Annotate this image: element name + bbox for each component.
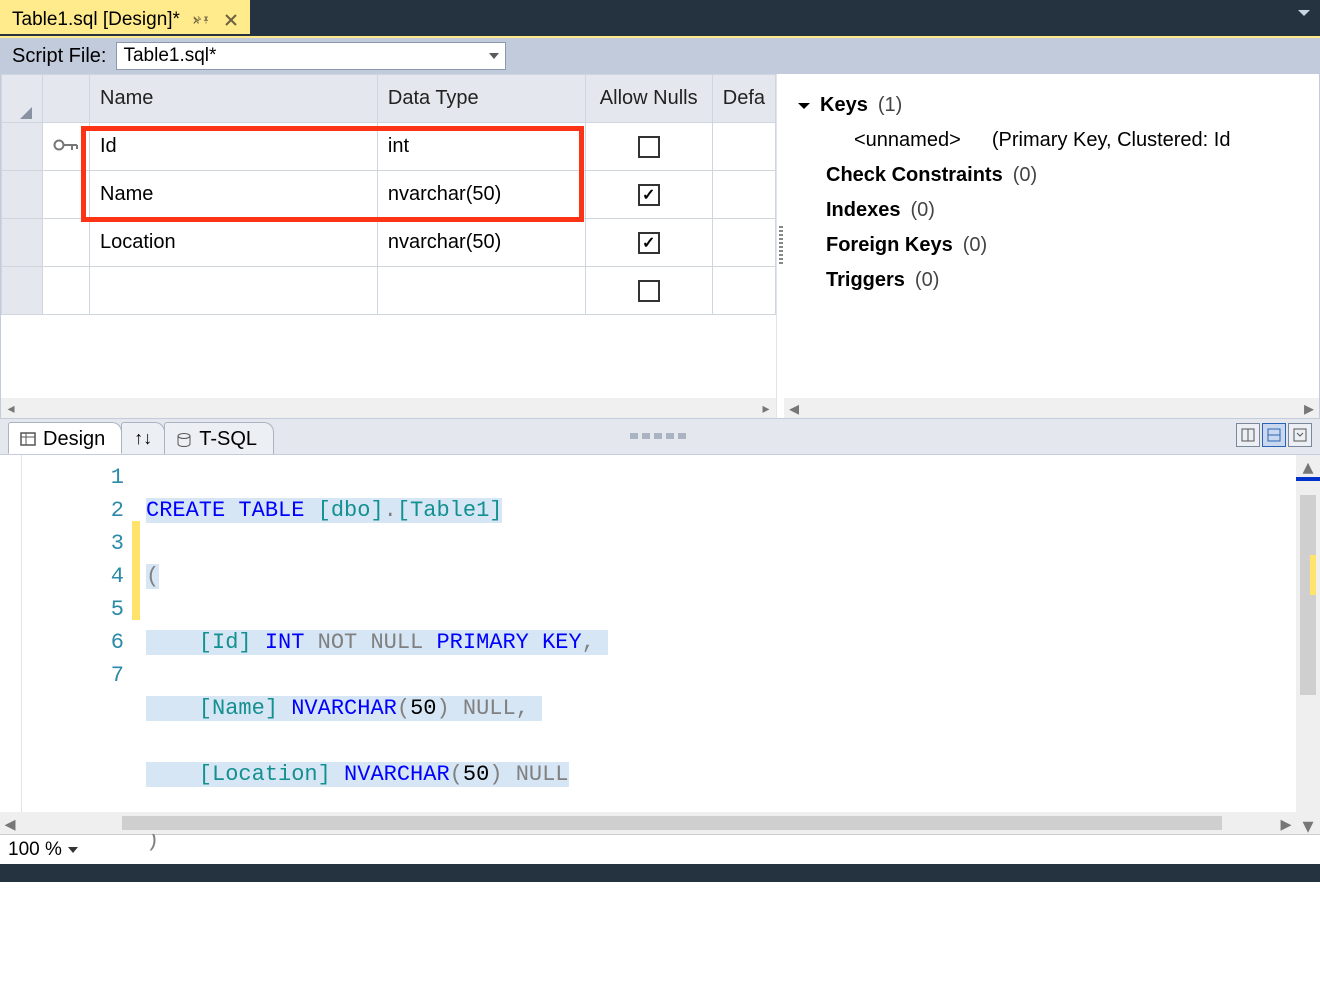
tab-design-label: Design — [43, 428, 105, 451]
checkbox[interactable] — [638, 232, 660, 254]
cell-nulls[interactable] — [585, 219, 712, 267]
cell-nulls[interactable] — [585, 171, 712, 219]
pin-icon[interactable] — [192, 11, 210, 29]
designer-toolbar: Script File: Table1.sql* — [0, 36, 1320, 74]
editor-vertical-scrollbar[interactable]: ▴ ▾ — [1296, 455, 1320, 834]
line-number-gutter: 1 2 3 4 5 6 7 — [22, 455, 132, 834]
scroll-left-icon[interactable]: ◂ — [0, 812, 20, 834]
pane-layout-vertical-button[interactable] — [1236, 423, 1260, 447]
document-tab[interactable]: Table1.sql [Design]* — [0, 0, 250, 34]
cell-name[interactable]: Id — [90, 123, 378, 171]
grid-header-type[interactable]: Data Type — [377, 75, 585, 123]
cell-type[interactable]: int — [377, 123, 585, 171]
scroll-right-icon[interactable]: ▸ — [756, 400, 776, 417]
scroll-right-icon[interactable]: ▸ — [1276, 812, 1296, 838]
cell-default[interactable] — [712, 171, 775, 219]
window-list-dropdown-icon[interactable] — [1298, 10, 1310, 16]
table-properties-pane: Keys (1) <unnamed> (Primary Key, Cluster… — [784, 74, 1319, 418]
scroll-thumb[interactable] — [122, 816, 1222, 830]
scroll-left-icon[interactable]: ◂ — [784, 396, 804, 419]
cell-nulls[interactable] — [585, 123, 712, 171]
cell-default[interactable] — [712, 123, 775, 171]
pane-layout-horizontal-button[interactable] — [1262, 423, 1286, 447]
script-file-label: Script File: — [12, 45, 106, 68]
editor-horizontal-scrollbar[interactable]: ◂ ▸ — [0, 812, 1296, 834]
sql-editor[interactable]: 1 2 3 4 5 6 7 CREATE TABLE [dbo].[Table1… — [0, 454, 1320, 834]
cell-name[interactable]: Location — [90, 219, 378, 267]
table-row[interactable]: Location nvarchar(50) — [2, 219, 776, 267]
caret-position-marker — [1296, 477, 1320, 481]
prop-foreign-keys[interactable]: Foreign Keys (0) — [794, 228, 1309, 263]
props-horizontal-scrollbar[interactable]: ◂ ▸ — [784, 398, 1319, 418]
grid-header-name[interactable]: Name — [90, 75, 378, 123]
checkbox[interactable] — [638, 280, 660, 302]
cell-type[interactable] — [377, 267, 585, 315]
columns-grid[interactable]: Name Data Type Allow Nulls Defa Id int N… — [1, 74, 776, 315]
scroll-right-icon[interactable]: ▸ — [1299, 396, 1319, 419]
cell-default[interactable] — [712, 219, 775, 267]
cell-type[interactable]: nvarchar(50) — [377, 219, 585, 267]
cell-name[interactable]: Name — [90, 171, 378, 219]
cell-nulls[interactable] — [585, 267, 712, 315]
grid-corner — [2, 75, 43, 123]
tab-tsql-label: T-SQL — [199, 428, 257, 451]
swap-panes-button[interactable]: ↑↓ — [121, 422, 165, 454]
prop-indexes[interactable]: Indexes (0) — [794, 193, 1309, 228]
scroll-left-icon[interactable]: ◂ — [1, 400, 21, 417]
grid-header-key — [43, 75, 90, 123]
table-row[interactable] — [2, 267, 776, 315]
grid-header-nulls[interactable]: Allow Nulls — [585, 75, 712, 123]
code-content[interactable]: CREATE TABLE [dbo].[Table1] ( [Id] INT N… — [140, 455, 1320, 834]
checkbox[interactable] — [638, 136, 660, 158]
scroll-down-icon[interactable]: ▾ — [1296, 814, 1320, 834]
prop-key-item[interactable]: <unnamed> (Primary Key, Clustered: Id — [794, 123, 1309, 158]
close-icon[interactable] — [222, 11, 240, 29]
script-file-dropdown[interactable]: Table1.sql* — [116, 42, 506, 70]
pane-collapse-button[interactable] — [1288, 423, 1312, 447]
expand-icon[interactable] — [798, 103, 810, 109]
scroll-thumb[interactable] — [1300, 495, 1316, 695]
cell-name[interactable] — [90, 267, 378, 315]
prop-check-constraints[interactable]: Check Constraints (0) — [794, 158, 1309, 193]
change-indicator-margin — [132, 455, 140, 834]
grid-horizontal-scrollbar[interactable]: ◂ ▸ — [1, 398, 776, 418]
zoom-level[interactable]: 100 % — [8, 839, 62, 861]
primary-key-icon — [43, 123, 90, 171]
titlebar: Table1.sql [Design]* — [0, 0, 1320, 36]
tab-design[interactable]: Design — [8, 422, 122, 454]
outlining-margin[interactable] — [0, 455, 22, 834]
checkbox[interactable] — [638, 184, 660, 206]
change-marker — [1310, 555, 1316, 595]
table-row[interactable]: Id int — [2, 123, 776, 171]
designer-tab-strip: Design ↑↓ T-SQL — [0, 418, 1320, 454]
prop-triggers[interactable]: Triggers (0) — [794, 263, 1309, 298]
prop-keys[interactable]: Keys (1) — [794, 88, 1309, 123]
grid-header-default[interactable]: Defa — [712, 75, 775, 123]
document-tab-title: Table1.sql [Design]* — [12, 9, 180, 31]
scroll-up-icon[interactable]: ▴ — [1296, 455, 1320, 475]
table-row[interactable]: Name nvarchar(50) — [2, 171, 776, 219]
chevron-down-icon — [489, 53, 499, 59]
horizontal-splitter[interactable] — [630, 433, 690, 439]
cell-default[interactable] — [712, 267, 775, 315]
tab-tsql[interactable]: T-SQL — [164, 422, 274, 454]
columns-grid-pane: Name Data Type Allow Nulls Defa Id int N… — [1, 74, 776, 418]
cell-type[interactable]: nvarchar(50) — [377, 171, 585, 219]
script-file-value: Table1.sql* — [123, 45, 216, 67]
swap-icon: ↑↓ — [134, 428, 152, 449]
vertical-splitter[interactable] — [776, 74, 784, 418]
zoom-dropdown-icon[interactable] — [68, 847, 78, 853]
designer-area: Name Data Type Allow Nulls Defa Id int N… — [0, 74, 1320, 418]
